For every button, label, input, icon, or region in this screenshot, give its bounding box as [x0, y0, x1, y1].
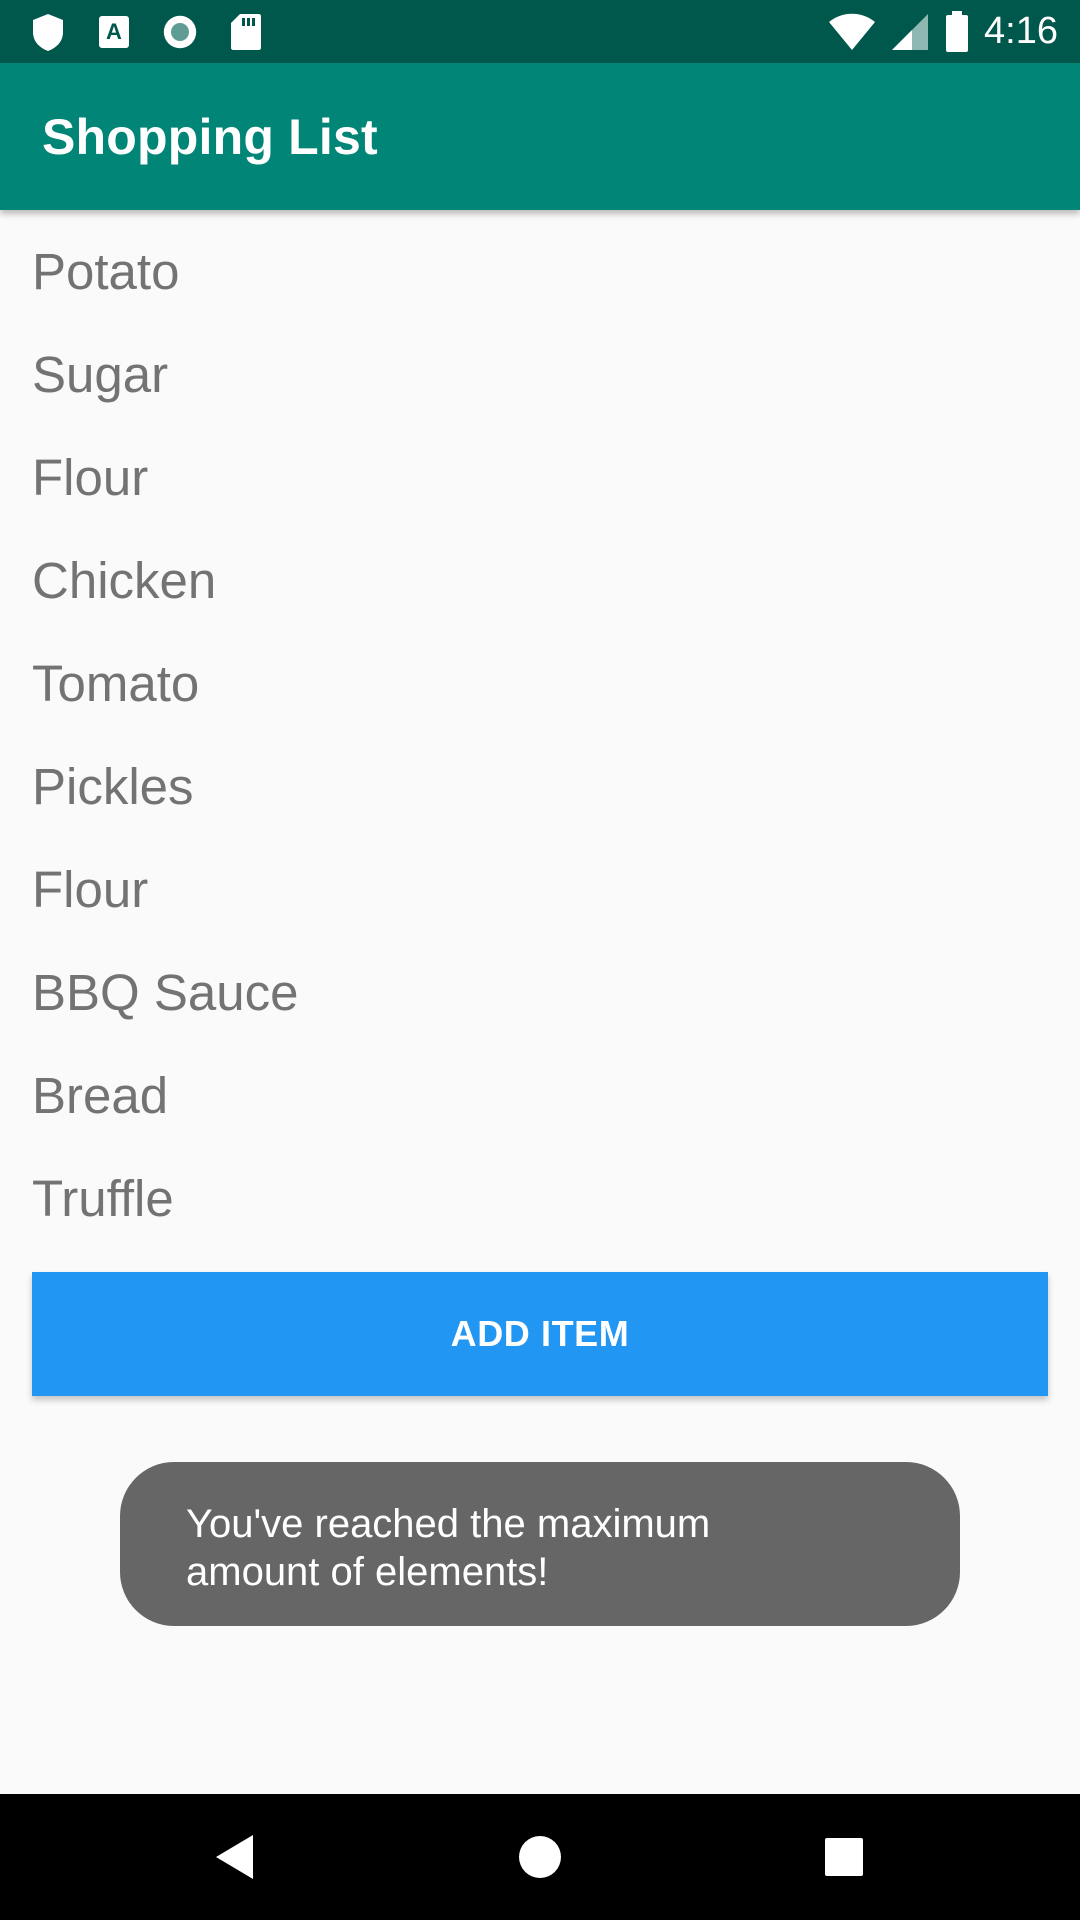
home-icon[interactable] — [477, 1794, 603, 1920]
app-title: Shopping List — [42, 108, 378, 165]
list-item[interactable]: BBQ Sauce — [0, 941, 1080, 1044]
add-item-button[interactable]: ADD ITEM — [32, 1272, 1048, 1396]
wifi-icon — [828, 12, 876, 52]
recents-icon[interactable] — [781, 1794, 907, 1920]
circle-record-icon — [162, 12, 198, 52]
status-bar: A 4:16 — [0, 0, 1080, 63]
shield-icon — [30, 12, 66, 52]
list-item[interactable]: Flour — [0, 426, 1080, 529]
list-item[interactable]: Bread — [0, 1044, 1080, 1147]
list-item[interactable]: Pickles — [0, 735, 1080, 838]
list-item[interactable]: Truffle — [0, 1147, 1080, 1250]
list-item[interactable]: Tomato — [0, 632, 1080, 735]
shopping-list: Potato Sugar Flour Chicken Tomato Pickle… — [0, 220, 1080, 1250]
battery-icon — [944, 10, 970, 52]
list-item[interactable]: Chicken — [0, 529, 1080, 632]
signal-icon — [890, 12, 930, 52]
back-icon[interactable] — [172, 1794, 298, 1920]
toast-text: You've reached the maximum amount of ele… — [186, 1502, 711, 1594]
app-bar: Shopping List — [0, 63, 1080, 210]
toast-message: You've reached the maximum amount of ele… — [120, 1462, 960, 1626]
svg-text:A: A — [106, 19, 122, 44]
list-item[interactable]: Flour — [0, 838, 1080, 941]
list-item[interactable]: Potato — [0, 220, 1080, 323]
status-time: 4:16 — [984, 10, 1058, 52]
navigation-bar — [0, 1794, 1080, 1920]
list-item[interactable]: Sugar — [0, 323, 1080, 426]
keyboard-a-icon: A — [96, 12, 132, 52]
sd-card-icon — [228, 12, 264, 52]
